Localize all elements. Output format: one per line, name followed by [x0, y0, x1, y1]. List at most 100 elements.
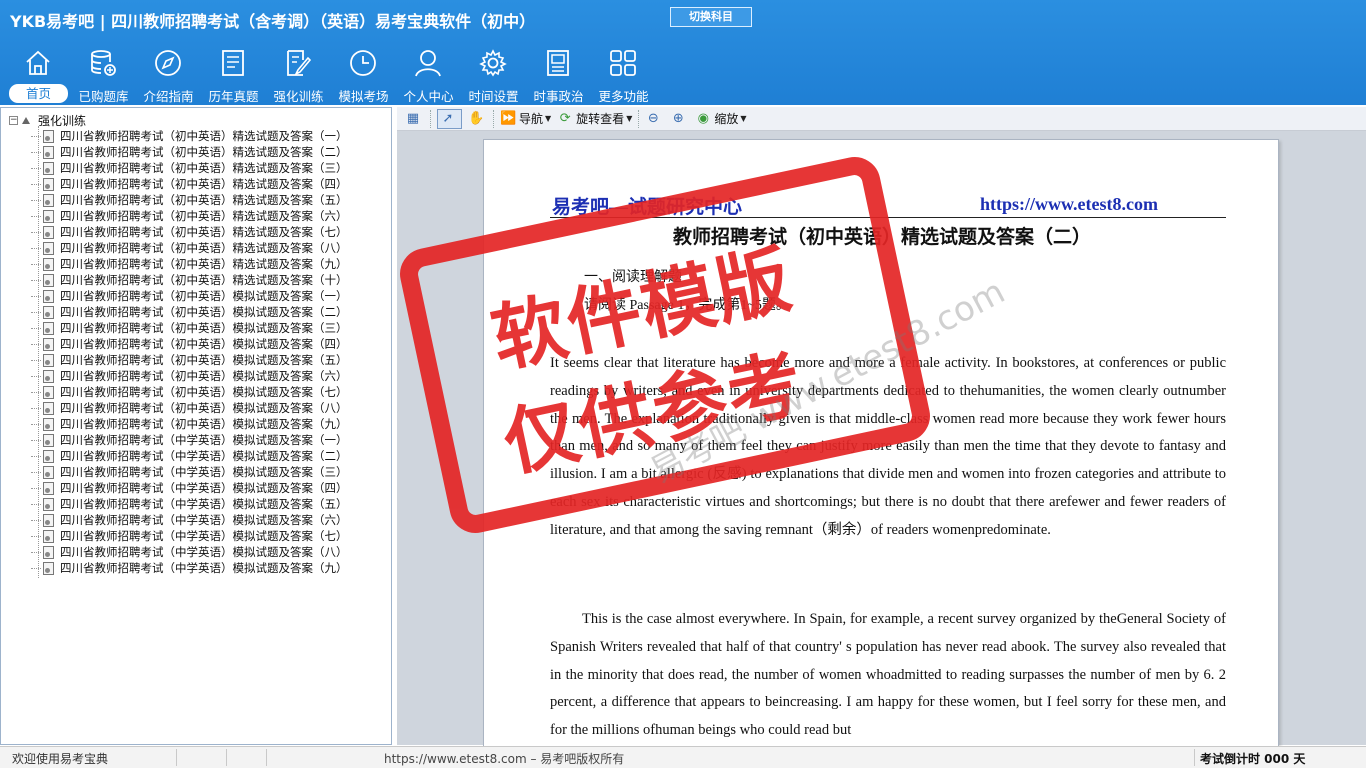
- nav-personal-center[interactable]: 个人中心: [396, 46, 461, 104]
- tree-item[interactable]: 四川省教师招聘考试（中学英语）模拟试题及答案（八）: [24, 544, 348, 560]
- document-icon: [43, 353, 54, 367]
- tree-item[interactable]: 四川省教师招聘考试（初中英语）精选试题及答案（五）: [24, 192, 348, 208]
- nav-more-features[interactable]: 更多功能: [591, 46, 656, 104]
- status-divider: [176, 749, 177, 766]
- tree-root[interactable]: − 强化训练: [9, 112, 86, 128]
- status-divider: [266, 749, 267, 766]
- home-icon: [26, 50, 50, 75]
- tree-item[interactable]: 四川省教师招聘考试（初中英语）模拟试题及答案（五）: [24, 352, 348, 368]
- tree-item-label: 四川省教师招聘考试（中学英语）模拟试题及答案（九）: [60, 561, 348, 575]
- tree-item[interactable]: 四川省教师招聘考试（初中英语）模拟试题及答案（九）: [24, 416, 348, 432]
- tree-item[interactable]: 四川省教师招聘考试（初中英语）模拟试题及答案（二）: [24, 304, 348, 320]
- database-icon: [91, 50, 116, 76]
- tree-connector: [31, 135, 41, 137]
- tree-item[interactable]: 四川省教师招聘考试（初中英语）精选试题及答案（六）: [24, 208, 348, 224]
- tree-connector: [31, 359, 41, 361]
- zoom-out-button[interactable]: ⊖: [645, 109, 664, 129]
- tree-item[interactable]: 四川省教师招聘考试（初中英语）模拟试题及答案（一）: [24, 288, 348, 304]
- tree-connector: [31, 375, 41, 377]
- hand-icon: ✋: [468, 110, 485, 126]
- nav-mock-exam[interactable]: 模拟考场: [331, 46, 396, 104]
- passage-paragraph: It seems clear that literature has becom…: [550, 355, 1226, 538]
- tree-item[interactable]: 四川省教师招聘考试（中学英语）模拟试题及答案（四）: [24, 480, 348, 496]
- tree-item[interactable]: 四川省教师招聘考试（初中英语）精选试题及答案（九）: [24, 256, 348, 272]
- tree-item[interactable]: 四川省教师招聘考试（初中英语）模拟试题及答案（三）: [24, 320, 348, 336]
- tree-connector: [31, 247, 41, 249]
- nav-home[interactable]: 首页: [6, 46, 71, 104]
- tree-item[interactable]: 四川省教师招聘考试（初中英语）精选试题及答案（八）: [24, 240, 348, 256]
- document-icon: [43, 161, 54, 175]
- tree-connector: [31, 503, 41, 505]
- document-icon: [43, 561, 54, 575]
- nav-past-exams[interactable]: 历年真题: [201, 46, 266, 104]
- tree-connector: [31, 263, 41, 265]
- zoom-menu[interactable]: ◉ 缩放 ▼: [695, 109, 747, 129]
- tree-item-label: 四川省教师招聘考试（初中英语）模拟试题及答案（三）: [60, 321, 348, 335]
- tree-item-label: 四川省教师招聘考试（初中英语）精选试题及答案（三）: [60, 161, 348, 175]
- status-divider: [1194, 749, 1195, 766]
- tree-item[interactable]: 四川省教师招聘考试（中学英语）模拟试题及答案（六）: [24, 512, 348, 528]
- nav-current-affairs[interactable]: 时事政治: [526, 46, 591, 104]
- zoom-in-button[interactable]: ⊕: [670, 109, 689, 129]
- grid-icon: [610, 50, 636, 76]
- tree-item[interactable]: 四川省教师招聘考试（初中英语）模拟试题及答案（四）: [24, 336, 348, 352]
- nav-guide[interactable]: 介绍指南: [136, 46, 201, 104]
- select-tool-button[interactable]: ➚: [437, 108, 462, 129]
- tree-item[interactable]: 四川省教师招聘考试（初中英语）模拟试题及答案（六）: [24, 368, 348, 384]
- tree-item[interactable]: 四川省教师招聘考试（初中英语）精选试题及答案（三）: [24, 160, 348, 176]
- tree-item[interactable]: 四川省教师招聘考试（初中英语）模拟试题及答案（八）: [24, 400, 348, 416]
- nav-label: 首页: [9, 84, 68, 103]
- instruction-text: 请阅读 Passage 1，完成第1~5题。: [584, 298, 790, 313]
- tree-item-label: 四川省教师招聘考试（初中英语）精选试题及答案（十）: [60, 273, 348, 287]
- tree-item-label: 四川省教师招聘考试（初中英语）精选试题及答案（一）: [60, 129, 348, 143]
- tree-connector: [31, 407, 41, 409]
- navigate-menu[interactable]: ⏩ 导航 ▼: [500, 109, 551, 129]
- caret-down-icon: ▼: [740, 114, 747, 123]
- document-icon: [43, 529, 54, 543]
- toolbar-separator: [638, 109, 640, 128]
- nav-purchased-bank[interactable]: 已购题库: [71, 46, 136, 104]
- compass-icon: [155, 50, 181, 76]
- tree-item[interactable]: 四川省教师招聘考试（中学英语）模拟试题及答案（一）: [24, 432, 348, 448]
- document-page[interactable]: 易考吧—试题研究中心 https://www.etest8.com 教师招聘考试…: [483, 139, 1279, 749]
- tree-item[interactable]: 四川省教师招聘考试（初中英语）精选试题及答案（二）: [24, 144, 348, 160]
- tree-connector: [31, 391, 41, 393]
- tree-item-label: 四川省教师招聘考试（初中英语）精选试题及答案（八）: [60, 241, 348, 255]
- switch-subject-button[interactable]: 切换科目: [670, 7, 752, 27]
- tree-item[interactable]: 四川省教师招聘考试（初中英语）精选试题及答案（七）: [24, 224, 348, 240]
- document-icon: [43, 145, 54, 159]
- tree-item[interactable]: 四川省教师招聘考试（中学英语）模拟试题及答案（五）: [24, 496, 348, 512]
- book-icon: [547, 50, 569, 76]
- nav-label: 模拟考场: [338, 89, 389, 104]
- tree-item[interactable]: 四川省教师招聘考试（中学英语）模拟试题及答案（九）: [24, 560, 348, 576]
- tree-item-label: 四川省教师招聘考试（初中英语）精选试题及答案（二）: [60, 145, 348, 159]
- passage-paragraph: This is the case almost everywhere. In S…: [550, 611, 1226, 739]
- nav-time-settings[interactable]: 时间设置: [461, 46, 526, 104]
- tree-connector: [31, 327, 41, 329]
- nav-intensive-training[interactable]: 强化训练: [266, 46, 331, 104]
- tree-item-label: 四川省教师招聘考试（初中英语）模拟试题及答案（九）: [60, 417, 348, 431]
- status-divider: [226, 749, 227, 766]
- brand-url: https://www.etest8.com: [980, 194, 1158, 214]
- tree-item-label: 四川省教师招聘考试（初中英语）模拟试题及答案（八）: [60, 401, 348, 415]
- tree-item[interactable]: 四川省教师招聘考试（中学英语）模拟试题及答案（七）: [24, 528, 348, 544]
- tree-item[interactable]: 四川省教师招聘考试（中学英语）模拟试题及答案（三）: [24, 464, 348, 480]
- zoom-label: 缩放: [714, 112, 739, 126]
- hand-tool-button[interactable]: ✋: [468, 109, 487, 129]
- collapse-icon[interactable]: −: [9, 115, 18, 125]
- thumbnail-button[interactable]: ▦: [405, 109, 424, 129]
- tree-item-label: 四川省教师招聘考试（初中英语）精选试题及答案（七）: [60, 225, 348, 239]
- tree-item[interactable]: 四川省教师招聘考试（初中英语）精选试题及答案（一）: [24, 128, 348, 144]
- document-icon: [43, 225, 54, 239]
- tree-item[interactable]: 四川省教师招聘考试（初中英语）精选试题及答案（四）: [24, 176, 348, 192]
- tree-connector: [31, 423, 41, 425]
- document-icon: [43, 481, 54, 495]
- tree-item[interactable]: 四川省教师招聘考试（中学英语）模拟试题及答案（二）: [24, 448, 348, 464]
- document-icon: [43, 289, 54, 303]
- tree-item-label: 四川省教师招聘考试（初中英语）精选试题及答案（四）: [60, 177, 348, 191]
- tree-item-label: 四川省教师招聘考试（初中英语）模拟试题及答案（五）: [60, 353, 348, 367]
- rotate-menu[interactable]: ⟳ 旋转查看 ▼: [557, 109, 633, 129]
- tree-item[interactable]: 四川省教师招聘考试（初中英语）模拟试题及答案（七）: [24, 384, 348, 400]
- tree-item[interactable]: 四川省教师招聘考试（初中英语）精选试题及答案（十）: [24, 272, 348, 288]
- tree-item-label: 四川省教师招聘考试（初中英语）精选试题及答案（六）: [60, 209, 348, 223]
